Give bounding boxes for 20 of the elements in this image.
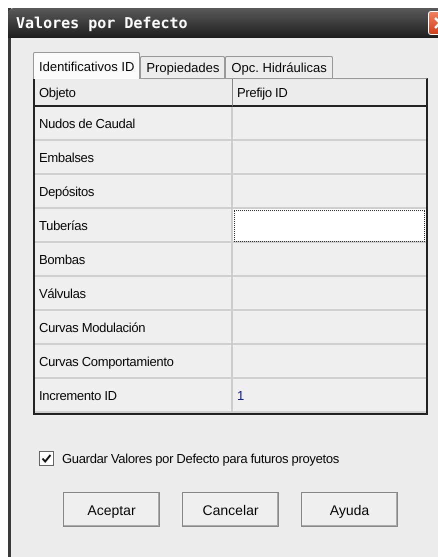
value-cell[interactable] [233, 209, 426, 243]
table-cell: Incremento ID [35, 379, 233, 413]
table-cell: Bombas [35, 243, 233, 277]
checkbox-label: Guardar Valores por Defecto para futuros proyetos [62, 451, 339, 466]
table-cell: Depósitos [35, 175, 233, 209]
dialog-button[interactable]: Ayuda [301, 492, 398, 527]
table-cell: Nudos de Caudal [35, 107, 233, 141]
table-cell: Embalses [35, 141, 233, 175]
tab[interactable]: Identificativos ID [33, 52, 140, 79]
checkbox[interactable] [39, 451, 54, 466]
tab[interactable]: Opc. Hidráulicas [225, 56, 333, 78]
dialog-button[interactable]: Aceptar [63, 492, 160, 527]
table-cell: Curvas Modulación [35, 311, 233, 345]
window-title: Valores por Defecto [15, 14, 188, 32]
table-cell: Tuberías [35, 209, 233, 243]
dialog-button[interactable]: Cancelar [182, 492, 279, 527]
column-header: Objeto [35, 79, 233, 107]
table-cell: Curvas Comportamiento [35, 345, 233, 379]
tab[interactable]: Propiedades [140, 56, 226, 78]
table-cell: Válvulas [35, 277, 233, 311]
